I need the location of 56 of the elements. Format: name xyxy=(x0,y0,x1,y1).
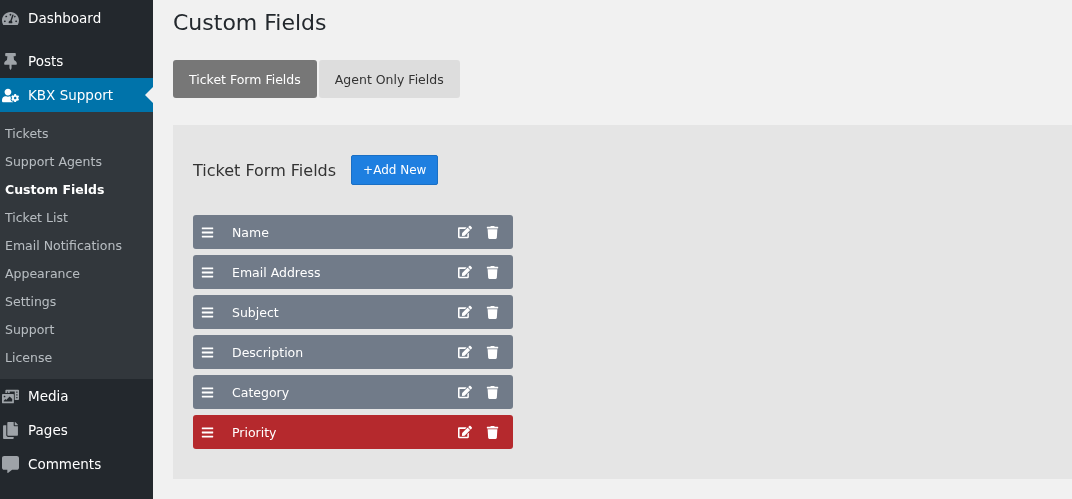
field-label: Name xyxy=(232,224,270,240)
field-label: Priority xyxy=(232,424,278,440)
submenu-item[interactable]: License xyxy=(0,343,153,371)
trash-icon[interactable] xyxy=(486,425,499,439)
field-row[interactable]: Category xyxy=(193,375,513,409)
page-title: Custom Fields xyxy=(173,9,328,37)
media-icon xyxy=(2,387,19,405)
drag-handle-icon[interactable] xyxy=(201,225,214,239)
drag-handle-icon[interactable] xyxy=(201,345,214,359)
sidebar-menu-item[interactable]: Posts xyxy=(0,44,153,78)
edit-icon[interactable] xyxy=(458,385,472,399)
field-row[interactable]: Name xyxy=(193,215,513,249)
pages-icon xyxy=(2,421,19,439)
trash-icon[interactable] xyxy=(486,225,499,239)
sidebar-menu-item[interactable]: Media xyxy=(0,379,153,413)
field-row[interactable]: Subject xyxy=(193,295,513,329)
submenu-item[interactable]: Settings xyxy=(0,287,153,315)
add-new-button[interactable]: +Add New xyxy=(351,155,439,185)
field-row[interactable]: Email Address xyxy=(193,255,513,289)
field-label: Category xyxy=(232,384,291,400)
pin-icon xyxy=(2,52,19,70)
trash-icon[interactable] xyxy=(486,265,499,279)
drag-handle-icon[interactable] xyxy=(201,425,214,439)
drag-handle-icon[interactable] xyxy=(201,385,214,399)
edit-icon[interactable] xyxy=(458,225,472,239)
edit-icon[interactable] xyxy=(458,425,472,439)
gauge-icon xyxy=(2,9,19,27)
field-label: Description xyxy=(232,344,305,360)
field-row[interactable]: Description xyxy=(193,335,513,369)
trash-icon[interactable] xyxy=(486,305,499,319)
comment-icon xyxy=(2,455,19,473)
field-label: Email Address xyxy=(232,264,322,280)
submenu-item[interactable]: Ticket List xyxy=(0,203,153,231)
drag-handle-icon[interactable] xyxy=(201,305,214,319)
trash-icon[interactable] xyxy=(486,345,499,359)
sidebar-menu-item[interactable]: Dashboard xyxy=(0,1,153,35)
edit-icon[interactable] xyxy=(458,305,472,319)
submenu-item[interactable]: Tickets xyxy=(0,119,153,147)
edit-icon[interactable] xyxy=(458,345,472,359)
submenu-item[interactable]: Appearance xyxy=(0,259,153,287)
submenu-item[interactable]: Email Notifications xyxy=(0,231,153,259)
tab[interactable]: Ticket Form Fields xyxy=(173,60,317,98)
field-label: Subject xyxy=(232,304,280,320)
tab[interactable]: Agent Only Fields xyxy=(318,60,460,98)
submenu-item[interactable]: Support Agents xyxy=(0,147,153,175)
field-row[interactable]: Priority xyxy=(193,415,513,449)
edit-icon[interactable] xyxy=(458,265,472,279)
submenu-item[interactable]: Support xyxy=(0,315,153,343)
sidebar-menu-item[interactable]: KBX Support xyxy=(0,78,153,112)
submenu-item[interactable]: Custom Fields xyxy=(0,175,153,203)
support-icon xyxy=(2,86,19,104)
panel-title: Ticket Form Fields xyxy=(193,160,337,180)
trash-icon[interactable] xyxy=(486,385,499,399)
sidebar-menu-item[interactable]: Comments xyxy=(0,447,153,481)
sidebar-menu-item[interactable]: Pages xyxy=(0,413,153,447)
drag-handle-icon[interactable] xyxy=(201,265,214,279)
